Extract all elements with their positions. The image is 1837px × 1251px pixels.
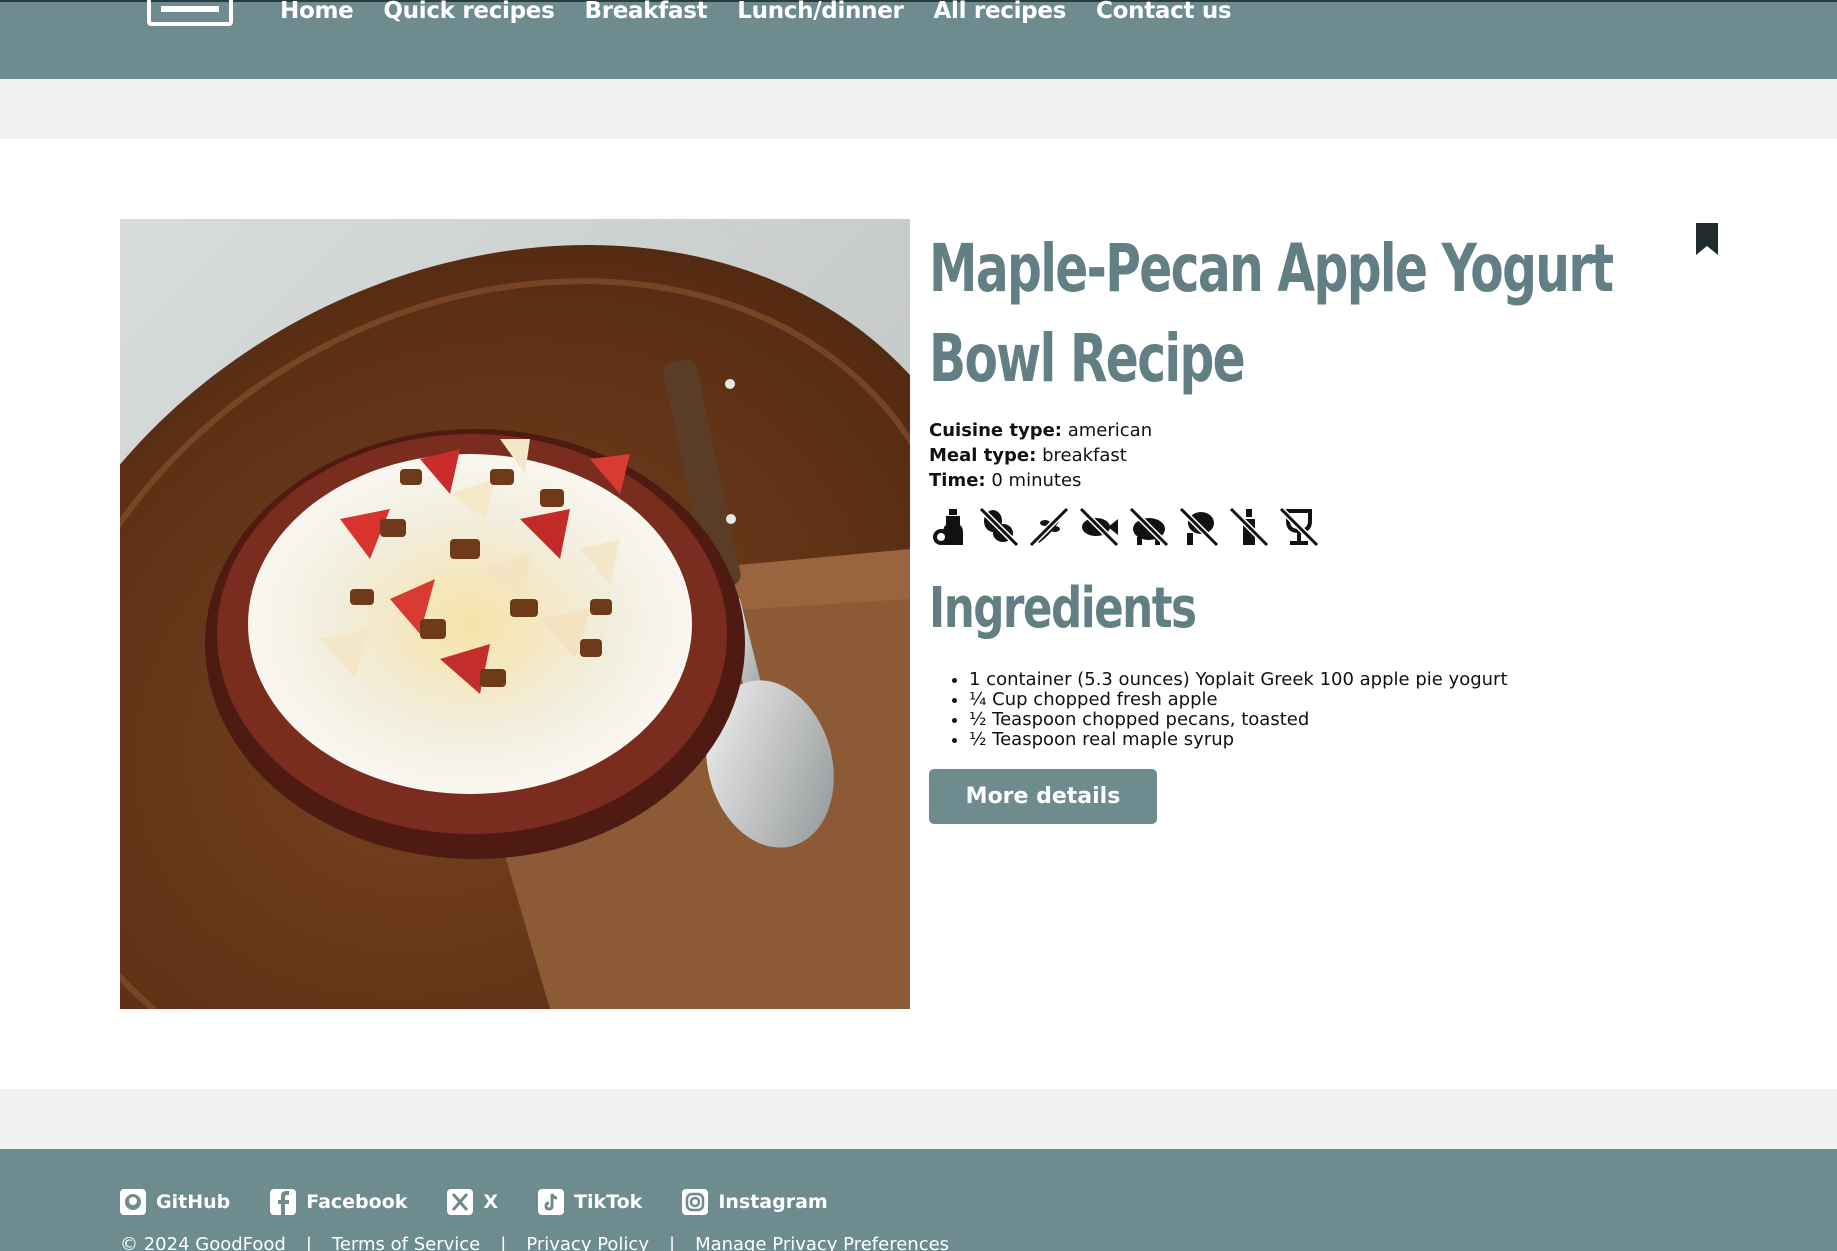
- tiktok-label: TikTok: [574, 1191, 643, 1213]
- bottom-spacer-band: [0, 1089, 1837, 1149]
- no-wine-icon: [1279, 507, 1319, 547]
- recipe-meta: Cuisine type: american Meal type: breakf…: [929, 418, 1152, 493]
- ingredients-heading: Ingredients: [929, 576, 1197, 641]
- tiktok-icon: [538, 1189, 565, 1215]
- no-pork-icon: [1129, 507, 1169, 547]
- nav-contact-us[interactable]: Contact us: [1096, 0, 1232, 24]
- list-item: ¼ Cup chopped fresh apple: [969, 690, 1508, 710]
- legal-links: © 2024 GoodFood | Terms of Service | Pri…: [120, 1234, 949, 1251]
- no-egg-icon: [1179, 507, 1219, 547]
- manage-privacy-link[interactable]: Manage Privacy Preferences: [695, 1234, 949, 1251]
- nav-home[interactable]: Home: [280, 0, 354, 24]
- no-gluten-icon: [1029, 507, 1069, 547]
- footer: GitHub Facebook X TikTok Instagram © 202…: [0, 1149, 1837, 1251]
- time: Time: 0 minutes: [929, 470, 1082, 491]
- github-label: GitHub: [156, 1191, 231, 1213]
- list-item: ½ Teaspoon chopped pecans, toasted: [969, 710, 1508, 730]
- bookmark-icon[interactable]: [1694, 222, 1720, 256]
- diet-icons: [929, 507, 1319, 547]
- separator: |: [668, 1234, 676, 1251]
- facebook-icon: [270, 1189, 297, 1215]
- instagram-icon: [682, 1189, 709, 1215]
- social-links: GitHub Facebook X TikTok Instagram: [120, 1189, 828, 1215]
- github-link[interactable]: GitHub: [120, 1189, 230, 1215]
- nav-all-recipes[interactable]: All recipes: [934, 0, 1067, 24]
- nav-lunch-dinner[interactable]: Lunch/dinner: [737, 0, 904, 24]
- more-details-button[interactable]: More details: [929, 769, 1157, 824]
- top-nav: Home Quick recipes Breakfast Lunch/dinne…: [0, 0, 1837, 79]
- recipe-title: Maple-Pecan Apple Yogurt Bowl Recipe: [929, 230, 1614, 397]
- cuisine-type: Cuisine type: american: [929, 420, 1153, 441]
- tiktok-link[interactable]: TikTok: [538, 1189, 642, 1215]
- instagram-link[interactable]: Instagram: [682, 1189, 828, 1215]
- main-nav: Home Quick recipes Breakfast Lunch/dinne…: [280, 0, 1232, 24]
- instagram-label: Instagram: [718, 1191, 828, 1213]
- nav-quick-recipes[interactable]: Quick recipes: [383, 0, 554, 24]
- no-fish-icon: [1079, 507, 1119, 547]
- nav-breakfast[interactable]: Breakfast: [584, 0, 707, 24]
- site-logo[interactable]: [147, 0, 233, 26]
- terms-link[interactable]: Terms of Service: [332, 1234, 480, 1251]
- no-peanut-icon: [979, 507, 1019, 547]
- top-spacer-band: [0, 79, 1837, 139]
- ingredient-list: 1 container (5.3 ounces) Yoplait Greek 1…: [969, 670, 1508, 750]
- x-link[interactable]: X: [447, 1189, 498, 1215]
- separator: |: [500, 1234, 507, 1251]
- github-icon: [120, 1189, 146, 1215]
- privacy-link[interactable]: Privacy Policy: [526, 1234, 649, 1251]
- copyright: © 2024 GoodFood: [120, 1234, 286, 1251]
- x-label: X: [483, 1191, 499, 1213]
- list-item: ½ Teaspoon real maple syrup: [969, 730, 1508, 750]
- meal-type: Meal type: breakfast: [929, 445, 1127, 466]
- list-item: 1 container (5.3 ounces) Yoplait Greek 1…: [969, 670, 1508, 690]
- sugar-conscious-icon: [933, 509, 963, 545]
- no-alcohol-icon: [1229, 507, 1269, 547]
- facebook-label: Facebook: [306, 1191, 408, 1213]
- x-icon: [447, 1189, 474, 1215]
- recipe-info: Maple-Pecan Apple Yogurt Bowl Recipe: [929, 219, 1689, 404]
- recipe-image: [120, 219, 910, 1009]
- facebook-link[interactable]: Facebook: [270, 1189, 407, 1215]
- separator: |: [305, 1234, 312, 1251]
